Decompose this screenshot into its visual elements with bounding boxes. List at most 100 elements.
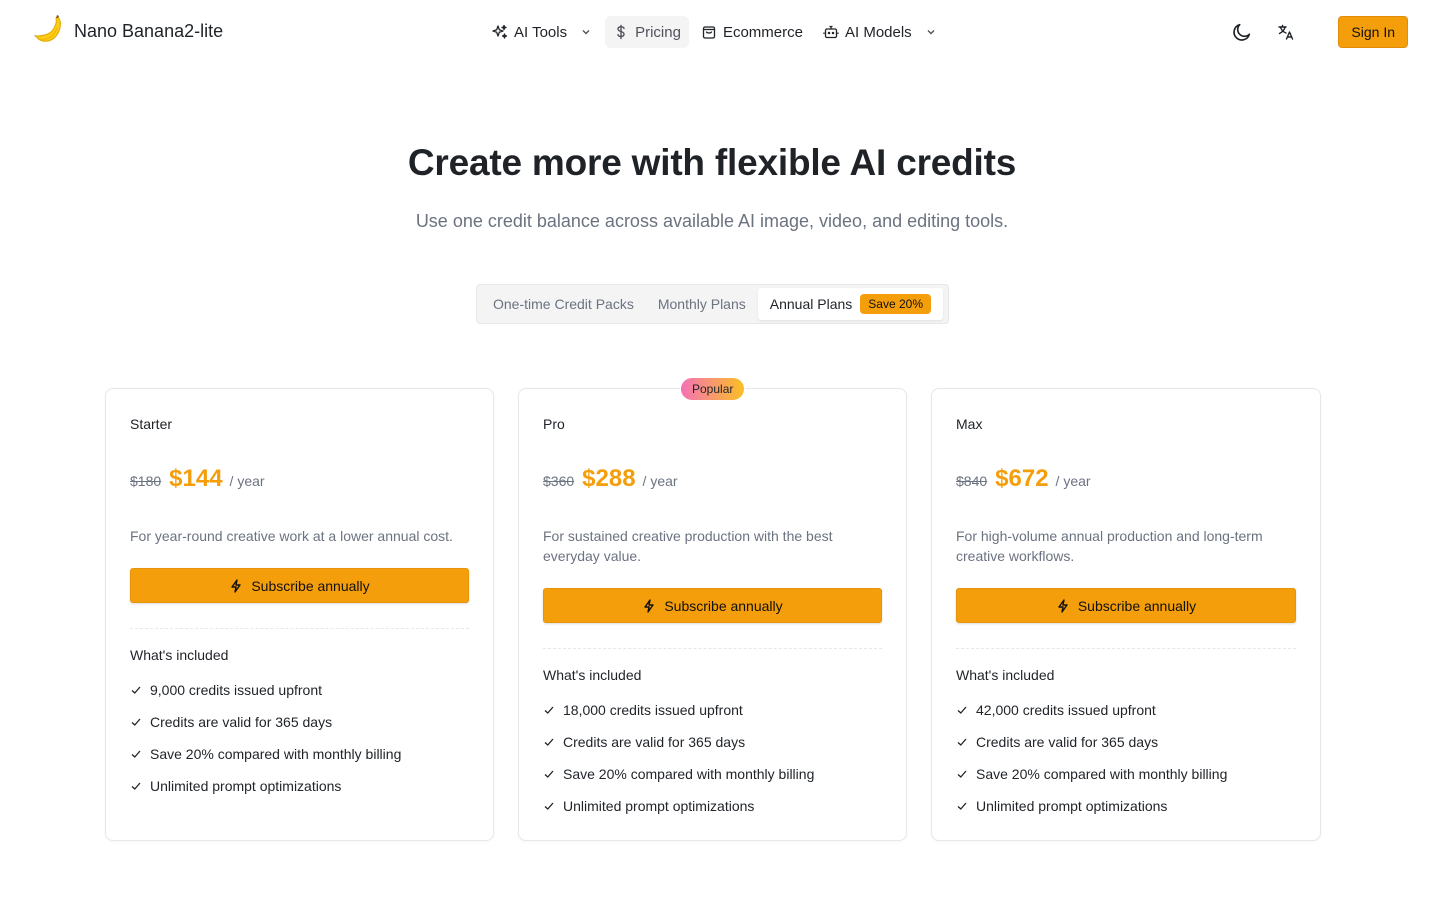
feature-list: 18,000 credits issued upfront Credits ar… xyxy=(543,694,814,822)
feature-list: 9,000 credits issued upfront Credits are… xyxy=(130,674,401,802)
subscribe-button[interactable]: Subscribe annually xyxy=(130,568,469,603)
moon-icon xyxy=(1233,23,1251,41)
language-switcher-button[interactable] xyxy=(1268,16,1304,48)
check-icon xyxy=(957,738,967,746)
price-row: $840 $672 / year xyxy=(956,465,1091,493)
main-nav: AI Tools Pricing Ecommerce AI Models xyxy=(484,16,946,48)
plan-description: For year-round creative work at a lower … xyxy=(130,528,453,544)
plan-description: For sustained creative production with t… xyxy=(543,528,833,564)
lightning-icon xyxy=(231,578,242,593)
check-icon xyxy=(957,770,967,778)
check-icon xyxy=(131,718,141,726)
chevron-down-icon xyxy=(582,30,590,35)
shopping-bag-icon xyxy=(702,26,716,39)
price-row: $180 $144 / year xyxy=(130,465,265,493)
list-item: Save 20% compared with monthly billing xyxy=(130,738,401,770)
plan-card-pro: Popular Pro $360 $288 / year For sustain… xyxy=(518,377,907,841)
header-actions: Sign In xyxy=(1224,16,1408,48)
list-item: Credits are valid for 365 days xyxy=(543,726,814,758)
list-item: 42,000 credits issued upfront xyxy=(956,694,1227,726)
divider xyxy=(130,628,469,629)
billing-period: / year xyxy=(1055,473,1091,489)
discounted-price: $144 xyxy=(169,465,223,492)
feature-text: Unlimited prompt optimizations xyxy=(150,778,342,794)
nav-pricing-label: Pricing xyxy=(635,23,681,41)
check-icon xyxy=(131,750,141,758)
subscribe-button-label: Subscribe annually xyxy=(1077,597,1197,614)
bot-icon xyxy=(823,25,839,39)
check-icon xyxy=(544,770,554,778)
save-badge: Save 20% xyxy=(860,294,931,314)
list-item: Unlimited prompt optimizations xyxy=(956,790,1227,822)
feature-text: 42,000 credits issued upfront xyxy=(976,702,1156,718)
chevron-down-icon xyxy=(927,30,935,35)
feature-list: 42,000 credits issued upfront Credits ar… xyxy=(956,694,1227,822)
nav-ai-tools[interactable]: AI Tools xyxy=(484,16,601,48)
plan-name: Max xyxy=(956,416,983,432)
nav-ai-tools-label: AI Tools xyxy=(514,23,568,41)
tab-one-time-credit-packs[interactable]: One-time Credit Packs xyxy=(481,288,646,320)
feature-text: 9,000 credits issued upfront xyxy=(150,682,322,698)
translate-icon xyxy=(1278,24,1294,40)
discounted-price: $288 xyxy=(582,465,636,492)
list-item: Unlimited prompt optimizations xyxy=(130,770,401,802)
feature-text: Credits are valid for 365 days xyxy=(976,734,1159,750)
subscribe-button-label: Subscribe annually xyxy=(251,577,370,594)
feature-text: Credits are valid for 365 days xyxy=(563,734,746,750)
lightning-icon xyxy=(644,598,655,613)
feature-text: Credits are valid for 365 days xyxy=(150,714,333,730)
feature-text: Save 20% compared with monthly billing xyxy=(150,746,402,762)
divider xyxy=(956,648,1296,649)
plan-name: Pro xyxy=(543,416,565,432)
feature-text: 18,000 credits issued upfront xyxy=(563,702,743,718)
check-icon xyxy=(131,686,141,694)
check-icon xyxy=(544,738,554,746)
sign-in-button[interactable]: Sign In xyxy=(1338,16,1408,48)
nav-ai-models[interactable]: AI Models xyxy=(815,16,946,48)
dollar-icon xyxy=(617,24,625,40)
included-title: What's included xyxy=(956,667,1055,683)
page-subtitle: Use one credit balance across available … xyxy=(415,211,1009,231)
plan-description: For high-volume annual production and lo… xyxy=(956,528,1263,564)
feature-text: Unlimited prompt optimizations xyxy=(563,798,755,814)
billing-period: / year xyxy=(642,473,678,489)
billing-period: / year xyxy=(229,473,265,489)
original-price: $180 xyxy=(130,473,162,489)
original-price: $360 xyxy=(543,473,575,489)
brand-name: Nano Banana2-lite xyxy=(74,20,224,41)
lightning-icon xyxy=(1058,598,1068,613)
list-item: Credits are valid for 365 days xyxy=(956,726,1227,758)
divider xyxy=(543,648,882,649)
popular-badge: Popular xyxy=(680,377,746,401)
tab-monthly-plans[interactable]: Monthly Plans xyxy=(646,288,758,320)
check-icon xyxy=(544,706,554,714)
included-title: What's included xyxy=(130,647,229,663)
tab-annual-plans[interactable]: Annual Plans Save 20% xyxy=(757,288,943,320)
feature-text: Unlimited prompt optimizations xyxy=(976,798,1168,814)
check-icon xyxy=(544,802,554,810)
page-title: Create more with flexible AI credits xyxy=(407,142,1017,183)
subscribe-button[interactable]: Subscribe annually xyxy=(956,588,1296,623)
nav-ecommerce-label: Ecommerce xyxy=(722,23,803,41)
list-item: 9,000 credits issued upfront xyxy=(130,674,401,706)
brand-link[interactable]: Nano Banana2-lite xyxy=(30,14,223,48)
discounted-price: $672 xyxy=(995,465,1049,492)
billing-tabs: One-time Credit Packs Monthly Plans Annu… xyxy=(476,284,949,324)
subscribe-button[interactable]: Subscribe annually xyxy=(543,588,882,623)
nav-ecommerce[interactable]: Ecommerce xyxy=(693,16,811,48)
included-title: What's included xyxy=(543,667,642,683)
list-item: Unlimited prompt optimizations xyxy=(543,790,814,822)
plan-card-starter: Starter $180 $144 / year For year-round … xyxy=(105,388,494,841)
list-item: Save 20% compared with monthly billing xyxy=(956,758,1227,790)
nav-pricing[interactable]: Pricing xyxy=(605,16,689,48)
check-icon xyxy=(957,802,967,810)
plan-name: Starter xyxy=(130,416,173,432)
price-row: $360 $288 / year xyxy=(543,465,678,493)
original-price: $840 xyxy=(956,473,988,489)
list-item: 18,000 credits issued upfront xyxy=(543,694,814,726)
check-icon xyxy=(131,782,141,790)
theme-toggle-button[interactable] xyxy=(1224,16,1260,48)
feature-text: Save 20% compared with monthly billing xyxy=(563,766,815,782)
sparkles-icon xyxy=(492,24,508,39)
subscribe-button-label: Subscribe annually xyxy=(664,597,783,614)
